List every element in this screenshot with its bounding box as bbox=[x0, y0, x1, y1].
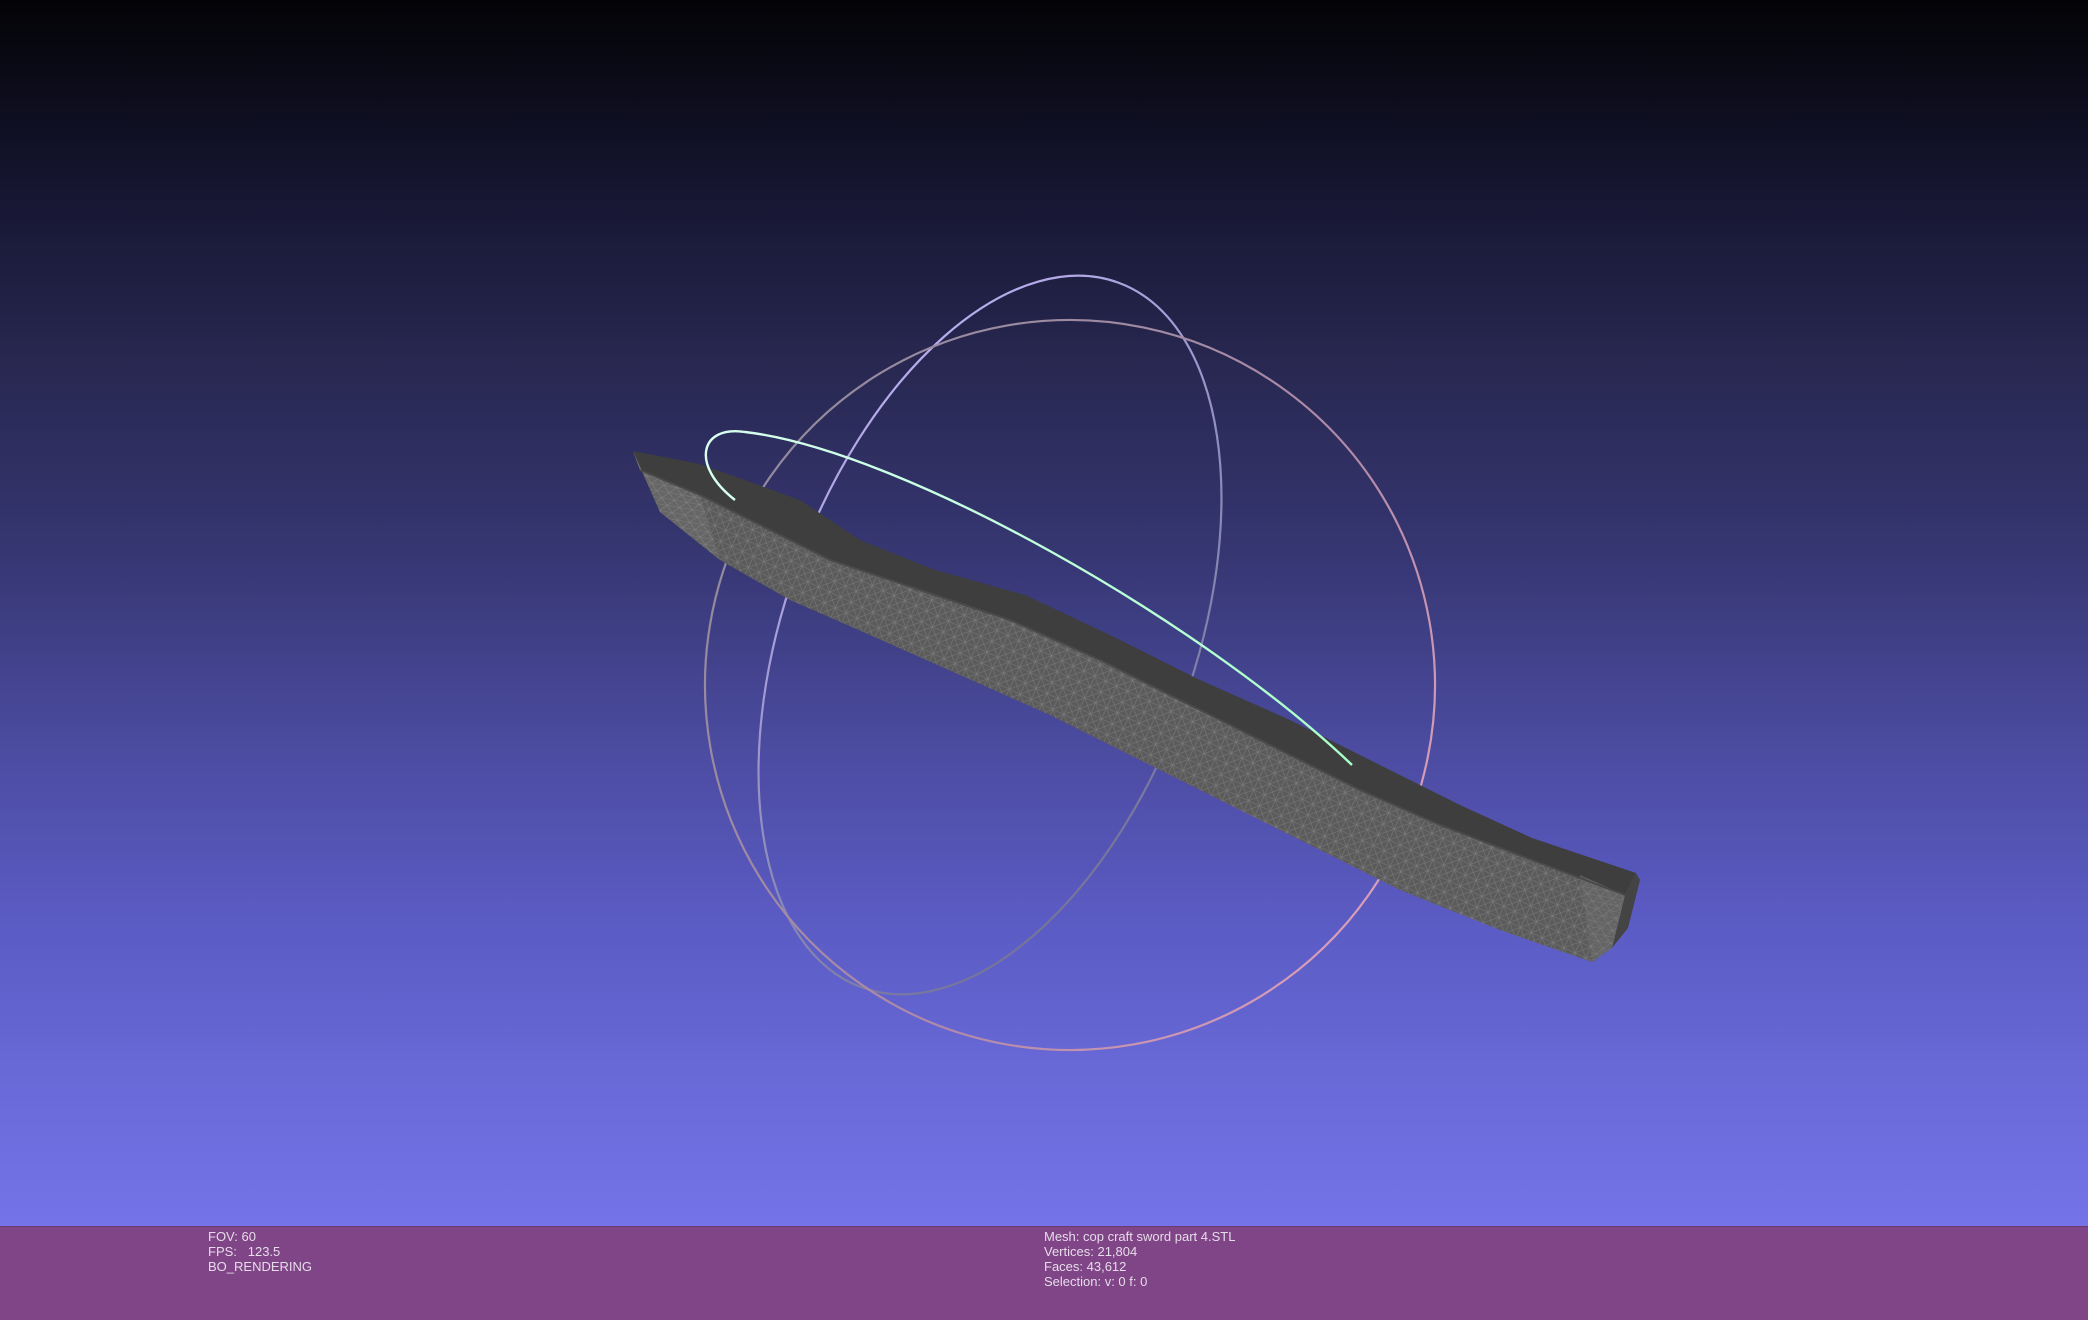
selection-label: Selection: v: 0 f: 0 bbox=[1044, 1274, 1148, 1289]
viewport-canvas[interactable] bbox=[0, 0, 2088, 1226]
3d-viewport[interactable] bbox=[0, 0, 2088, 1226]
render-info: FOV: 60 FPS: 123.5 BO_RENDERING bbox=[208, 1229, 312, 1274]
vertices-label: Vertices: 21,804 bbox=[1044, 1244, 1138, 1259]
mesh-name-label: Mesh: cop craft sword part 4.STL bbox=[1044, 1229, 1236, 1244]
faces-label: Faces: 43,612 bbox=[1044, 1259, 1127, 1274]
sword-mesh[interactable] bbox=[633, 451, 1640, 962]
fps-label: FPS: 123.5 bbox=[208, 1244, 281, 1259]
fov-label: FOV: 60 bbox=[208, 1229, 256, 1244]
status-bar: FOV: 60 FPS: 123.5 BO_RENDERING Mesh: co… bbox=[0, 1226, 2088, 1320]
render-mode-label: BO_RENDERING bbox=[208, 1259, 313, 1274]
mesh-info: Mesh: cop craft sword part 4.STL Vertice… bbox=[1044, 1229, 1235, 1289]
